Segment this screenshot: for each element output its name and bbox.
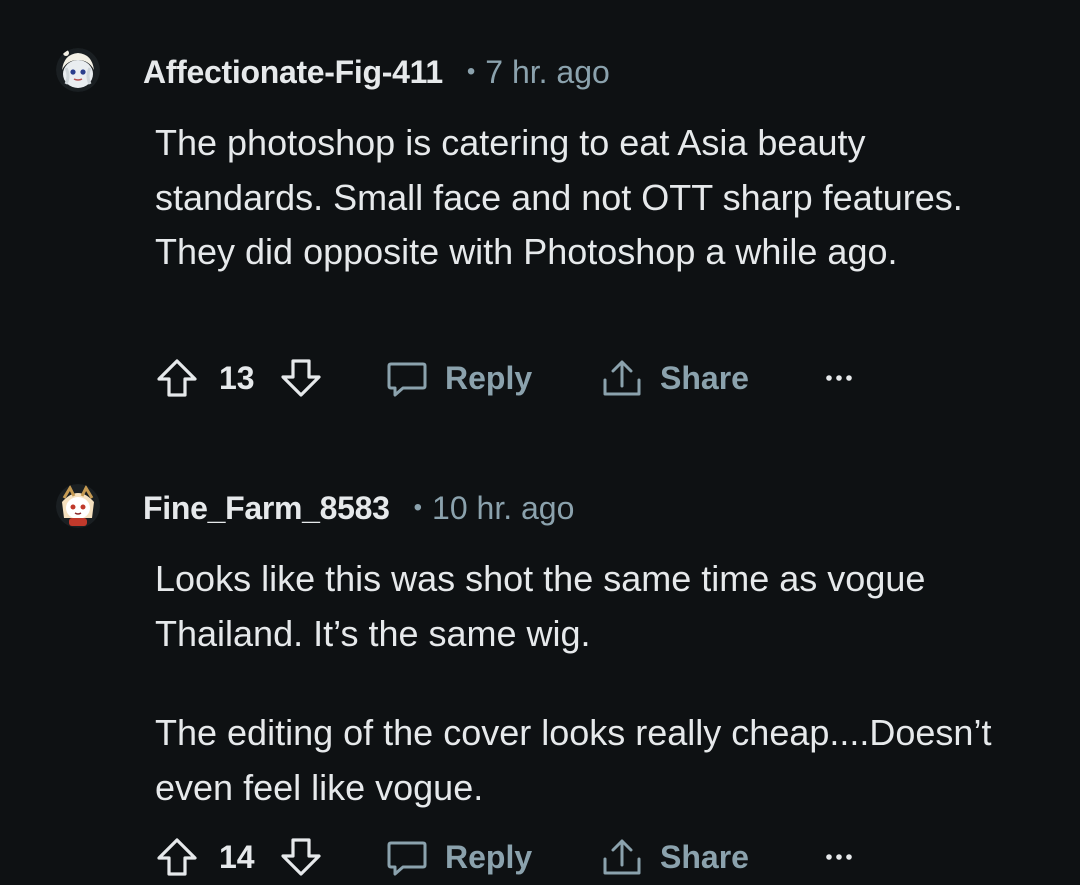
comment-body: Looks like this was shot the same time a… <box>155 552 1035 815</box>
user-avatar[interactable] <box>56 48 100 92</box>
share-button[interactable]: Share <box>602 350 749 406</box>
downvote-button[interactable] <box>279 829 323 885</box>
comment-meta: Fine_Farm_8583 • 10 hr. ago <box>143 488 574 528</box>
comment-paragraph: The photoshop is catering to eat Asia be… <box>155 122 963 272</box>
meta-separator: • <box>466 58 476 85</box>
snoo-avatar-icon <box>56 484 100 528</box>
share-upload-icon <box>603 839 641 875</box>
snoo-avatar-icon <box>56 48 100 92</box>
reply-button[interactable]: Reply <box>385 350 532 406</box>
author-name[interactable]: Fine_Farm_8583 <box>143 490 390 527</box>
user-avatar[interactable] <box>56 484 100 528</box>
comment-actions: 14 Reply Share <box>155 829 915 885</box>
downvote-button[interactable] <box>279 350 323 406</box>
upvote-arrow-icon <box>157 359 197 397</box>
comment-paragraph: Looks like this was shot the same time a… <box>155 558 926 654</box>
share-upload-icon <box>603 360 641 396</box>
speech-bubble-icon <box>387 841 427 876</box>
comment-timestamp[interactable]: 7 hr. ago <box>485 54 610 91</box>
reply-label: Reply <box>445 838 533 875</box>
reply-label: Reply <box>445 359 533 396</box>
vote-score: 13 <box>219 359 255 396</box>
comment-meta: Affectionate-Fig-411 • 7 hr. ago <box>143 52 610 92</box>
downvote-arrow-icon <box>281 359 321 397</box>
meta-separator: • <box>413 494 423 521</box>
comment-timestamp[interactable]: 10 hr. ago <box>432 490 574 527</box>
speech-bubble-icon <box>387 362 427 397</box>
vote-score: 14 <box>219 838 255 875</box>
share-button[interactable]: Share <box>602 829 749 885</box>
more-options-button[interactable] <box>823 829 855 885</box>
upvote-button[interactable] <box>155 350 199 406</box>
comment-paragraph: The editing of the cover looks really ch… <box>155 712 992 808</box>
upvote-button[interactable] <box>155 829 199 885</box>
ellipsis-icon <box>826 375 852 381</box>
ellipsis-icon <box>826 854 852 860</box>
author-name[interactable]: Affectionate-Fig-411 <box>143 54 443 91</box>
more-options-button[interactable] <box>823 350 855 406</box>
comment-body: The photoshop is catering to eat Asia be… <box>155 116 1035 280</box>
share-label: Share <box>660 838 749 875</box>
comment-actions: 13 Reply Share <box>155 350 915 406</box>
downvote-arrow-icon <box>281 838 321 876</box>
reply-button[interactable]: Reply <box>385 829 532 885</box>
share-label: Share <box>660 359 749 396</box>
upvote-arrow-icon <box>157 838 197 876</box>
